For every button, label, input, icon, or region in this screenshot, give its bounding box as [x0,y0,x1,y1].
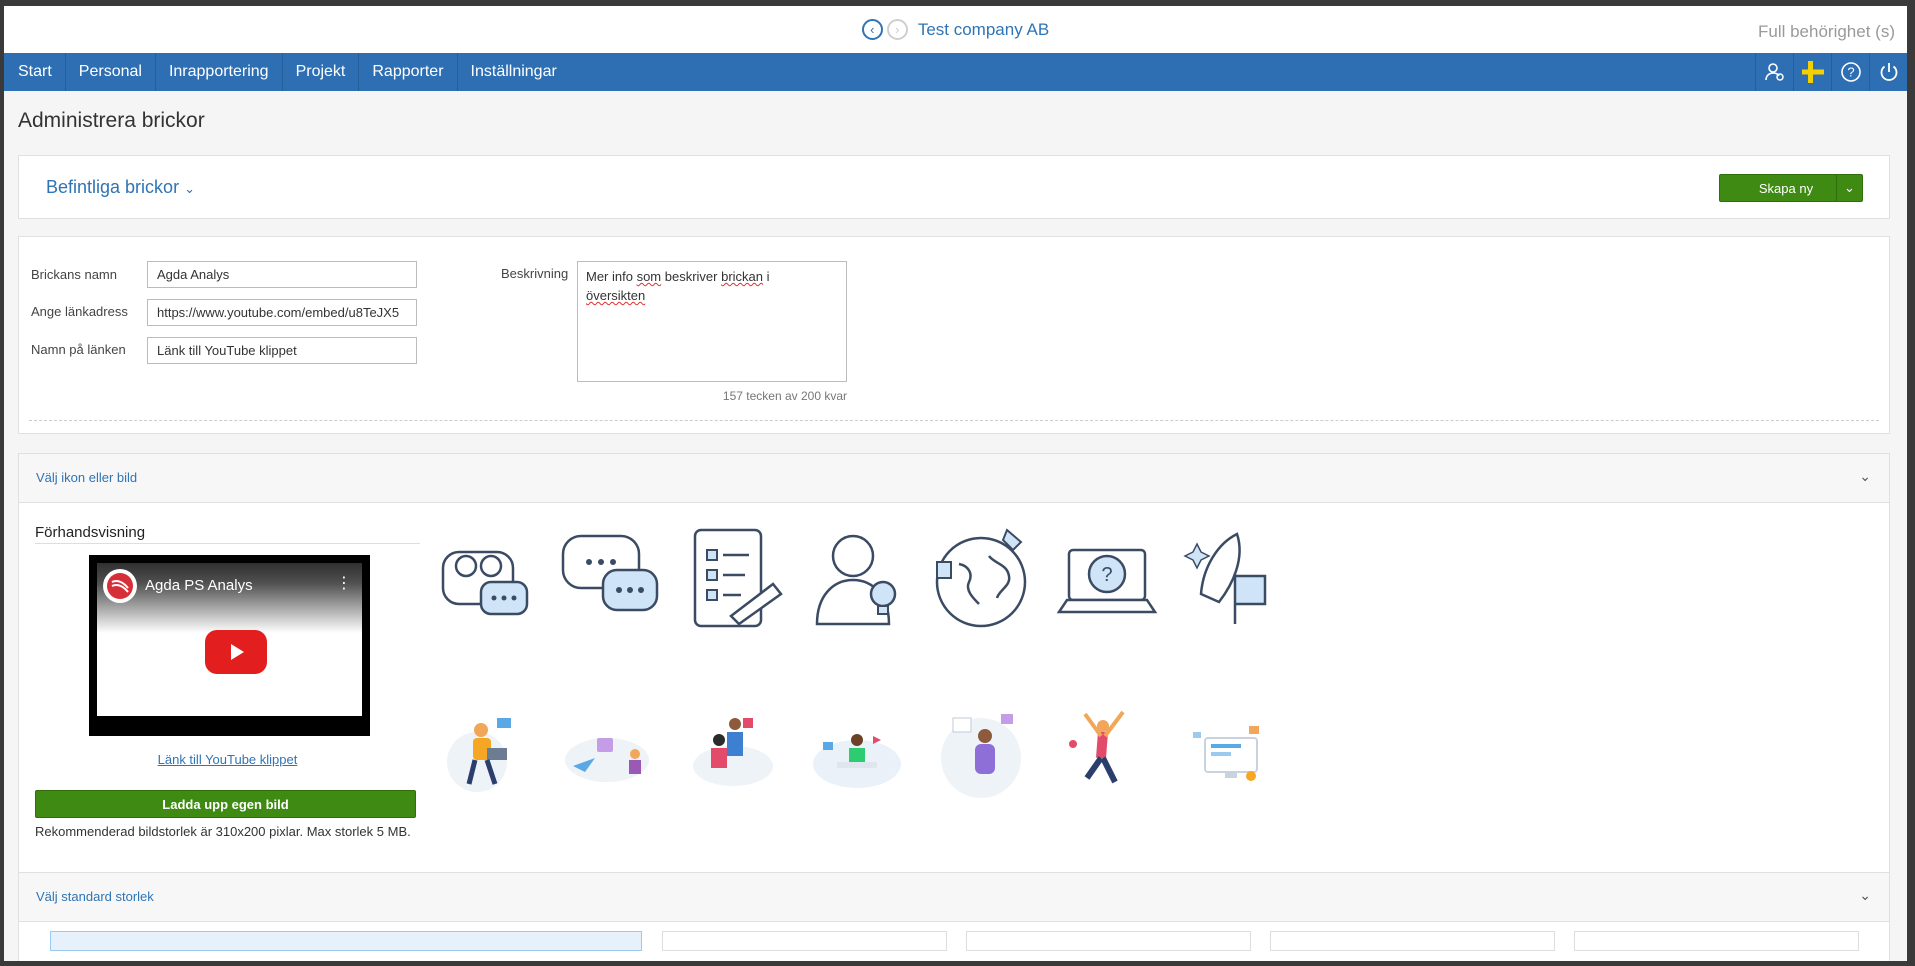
nav-rapporter[interactable]: Rapporter [359,53,458,91]
globe-icon[interactable] [929,524,1039,634]
recommendation-text: Rekommenderad bildstorlek är 310x200 pix… [35,824,411,839]
online-meeting-illustration[interactable] [807,704,917,814]
size-option-card[interactable] [1270,931,1555,951]
icon-section-header[interactable]: Välj ikon eller bild ⌄ [19,454,1889,503]
chevron-down-icon[interactable]: ⌄ [1836,175,1862,201]
app-window: ‹ › Test company AB Full behörighet (s) … [4,6,1907,961]
page-title: Administrera brickor [18,109,205,132]
char-counter: 157 tecken av 200 kvar [722,389,847,403]
dashboard-illustration[interactable] [1179,704,1289,814]
chevron-left-icon[interactable]: ‹ [861,19,883,40]
icon-section-title[interactable]: Välj ikon eller bild [36,470,137,485]
divider [29,420,1879,421]
thinking-person-illustration[interactable] [931,704,1041,814]
play-icon[interactable] [205,630,267,674]
person-laptop-illustration[interactable] [435,704,545,814]
upload-image-button[interactable]: Ladda upp egen bild [35,790,416,818]
nav-projekt[interactable]: Projekt [283,53,360,91]
chevron-down-icon[interactable]: ⌄ [1859,468,1871,485]
nav-personal[interactable]: Personal [66,53,156,91]
nav-inrapportering[interactable]: Inrapportering [156,53,283,91]
chat-bubbles-icon[interactable] [555,524,665,634]
size-section-header[interactable]: Välj standard storlek ⌄ [19,873,1889,922]
size-option-card[interactable] [966,931,1251,951]
create-new-button[interactable]: Skapa ny ⌄ [1719,174,1863,202]
youtube-link[interactable]: Länk till YouTube klippet [35,752,420,767]
description-textarea[interactable]: Mer info som beskriver brickan i översikt… [577,261,847,382]
url-label: Ange länkadress [31,304,128,319]
icon-picker-panel: Välj ikon eller bild ⌄ Förhandsvisning A… [18,453,1890,891]
existing-badges-dropdown[interactable]: Befintliga brickor ⌄ [46,177,195,198]
badge-name-label: Brickans namn [31,267,117,282]
chevron-right-icon[interactable]: › [886,19,908,40]
existing-badges-panel: Befintliga brickor ⌄ Skapa ny ⌄ [18,155,1890,219]
checklist-icon[interactable] [681,524,791,634]
permission-label: Full behörighet (s) [1757,22,1895,41]
url-input[interactable]: https://www.youtube.com/embed/u8TeJX5 [147,299,417,326]
chevron-down-icon: ⌄ [184,181,195,196]
main-nav: Start Personal Inrapportering Projekt Ra… [4,53,1907,91]
standard-size-panel: Välj standard storlek ⌄ [18,872,1890,961]
help-icon[interactable]: ? [1831,53,1869,91]
size-option-card[interactable] [50,931,642,951]
person-idea-icon[interactable] [805,524,915,634]
badge-name-input[interactable]: Agda Analys [147,261,417,288]
company-name[interactable]: Test company AB [918,20,1049,40]
robot-chat-icon[interactable] [431,524,541,634]
svg-text:?: ? [1847,65,1854,80]
nav-start[interactable]: Start [4,53,66,91]
description-label: Beskrivning [501,266,569,281]
size-option-card[interactable] [662,931,947,951]
svg-text:?: ? [1101,564,1112,586]
top-bar: ‹ › Test company AB Full behörighet (s) [4,6,1907,53]
power-icon[interactable] [1869,53,1907,91]
size-option-card[interactable] [1574,931,1859,951]
size-section-title[interactable]: Välj standard storlek [36,889,154,904]
celebration-illustration[interactable] [1055,704,1165,814]
video-title: Agda PS Analys [145,577,253,594]
laptop-help-icon[interactable]: ? [1053,524,1163,634]
more-options-icon[interactable]: ⋮ [336,573,352,593]
chevron-down-icon[interactable]: ⌄ [1859,887,1871,904]
email-security-illustration[interactable] [559,704,669,814]
badge-form-panel: Brickans namn Agda Analys Ange länkadres… [18,236,1890,434]
video-preview[interactable]: Agda PS Analys ⋮ [89,555,370,736]
link-name-label: Namn på länken [31,342,126,357]
swedish-flag-icon[interactable] [1793,53,1831,91]
team-collaboration-illustration[interactable] [683,704,793,814]
link-name-input[interactable]: Länk till YouTube klippet [147,337,417,364]
user-settings-icon[interactable] [1755,53,1793,91]
nav-installningar[interactable]: Inställningar [458,53,570,91]
channel-logo-icon [103,569,137,603]
rocket-flag-icon[interactable] [1177,524,1287,634]
preview-title: Förhandsvisning [35,524,420,544]
